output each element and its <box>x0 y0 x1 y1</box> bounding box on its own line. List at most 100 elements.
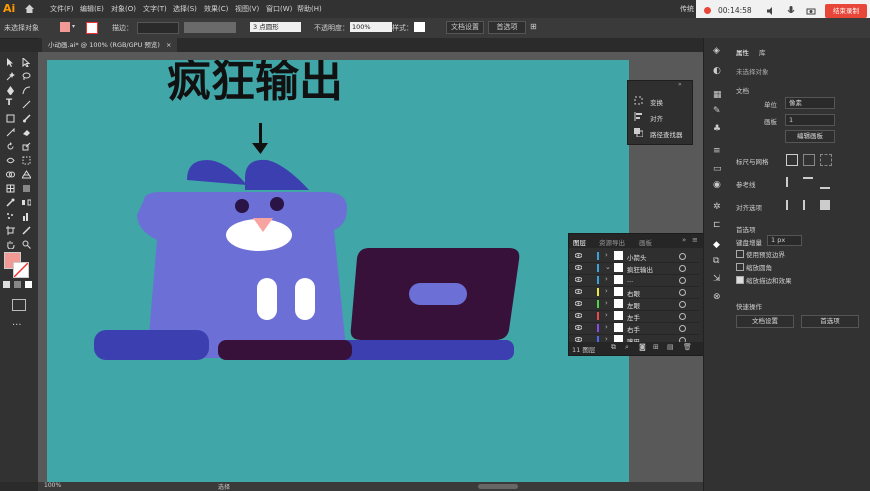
eyedropper-tool-icon[interactable] <box>6 198 15 207</box>
stroke-weight-field[interactable] <box>137 22 179 34</box>
zoom-level[interactable]: 100% <box>44 482 61 489</box>
artboard-tool-icon[interactable] <box>6 226 15 235</box>
scale-corners-checkbox[interactable] <box>736 263 744 271</box>
stroke-swatch[interactable] <box>86 22 98 34</box>
left-tooth[interactable] <box>257 278 277 320</box>
column-graph-tool-icon[interactable] <box>22 212 31 221</box>
perspective-grid-tool-icon[interactable] <box>22 170 31 179</box>
visibility-eye-icon[interactable] <box>575 301 582 306</box>
units-dropdown[interactable]: 像素 <box>785 97 835 109</box>
target-circle-icon[interactable] <box>679 325 686 332</box>
align-item[interactable]: 对齐 <box>650 113 663 123</box>
lasso-tool-icon[interactable] <box>22 72 31 81</box>
layer-name[interactable]: 疯狂输出 <box>627 264 653 274</box>
mesh-tool-icon[interactable] <box>6 184 15 193</box>
transform-icon[interactable] <box>634 96 643 105</box>
show-guides-icon[interactable] <box>786 177 798 187</box>
horizontal-scrollbar[interactable] <box>478 484 518 489</box>
menu-file[interactable]: 文件(F) <box>50 4 74 14</box>
clipping-mask-icon[interactable]: ◙ <box>639 343 646 351</box>
document-tab[interactable]: 小动画.ai* @ 100% (RGB/GPU 预览) × <box>42 38 178 52</box>
target-circle-icon[interactable] <box>679 277 686 284</box>
tab-asset-export[interactable]: 资源导出 <box>599 237 625 247</box>
panel-menu-icon[interactable]: ≡ <box>692 236 698 244</box>
workspace-label[interactable]: 传统 <box>680 4 694 14</box>
target-circle-icon[interactable] <box>679 313 686 320</box>
menu-object[interactable]: 对象(O) <box>111 4 136 14</box>
target-circle-icon[interactable] <box>679 301 686 308</box>
type-tool-icon[interactable]: T <box>6 98 15 108</box>
smart-guides-icon[interactable] <box>820 177 830 189</box>
pathfinder-item[interactable]: 路径查找器 <box>650 129 683 139</box>
new-sublayer-icon[interactable]: ⊞ <box>653 343 659 351</box>
locate-object-icon[interactable]: ⧉ <box>611 343 616 352</box>
new-layer-icon[interactable]: ▤ <box>667 343 674 351</box>
home-icon[interactable] <box>24 3 35 14</box>
color-dock-icon[interactable]: ◐ <box>713 66 721 76</box>
more-tools-icon[interactable]: ··· <box>12 320 22 331</box>
target-circle-icon[interactable] <box>679 289 686 296</box>
opacity-label[interactable]: 不透明度： <box>314 23 349 33</box>
artboard-dropdown[interactable]: 1 <box>785 114 835 126</box>
menu-select[interactable]: 选择(S) <box>173 4 197 14</box>
links-dock-icon[interactable]: ⊗ <box>713 292 721 302</box>
desk-base[interactable] <box>337 340 514 360</box>
curvature-tool-icon[interactable] <box>22 86 31 95</box>
chevron-right-icon[interactable]: › <box>605 275 608 283</box>
slice-tool-icon[interactable] <box>22 226 31 235</box>
symbol-sprayer-tool-icon[interactable] <box>6 212 15 221</box>
selection-tool-icon[interactable] <box>6 58 15 67</box>
delete-layer-icon[interactable]: 🗑 <box>683 343 692 351</box>
transparency-grid-icon[interactable] <box>820 154 832 166</box>
free-transform-tool-icon[interactable] <box>22 156 31 165</box>
quick-document-setup-button[interactable]: 文档设置 <box>736 315 794 328</box>
visibility-eye-icon[interactable] <box>575 265 582 270</box>
visibility-eye-icon[interactable] <box>575 277 582 282</box>
headline-text[interactable]: 疯狂输出 <box>167 60 343 107</box>
opacity-field[interactable]: 100% <box>350 22 392 32</box>
lock-guides-icon[interactable] <box>803 177 813 189</box>
snap-to-pixel-icon[interactable] <box>803 200 815 210</box>
layer-name[interactable]: ... <box>627 276 633 284</box>
chevron-right-icon[interactable]: › <box>605 311 608 319</box>
zoom-tool-icon[interactable] <box>22 240 31 249</box>
symbols-dock-icon[interactable]: ♣ <box>713 124 721 134</box>
quick-preferences-button[interactable]: 首选项 <box>801 315 859 328</box>
grid-icon[interactable] <box>803 154 815 166</box>
search-icon[interactable]: ⌕ <box>625 343 629 352</box>
artboards-dock-icon[interactable]: ⧉ <box>713 256 719 266</box>
visibility-eye-icon[interactable] <box>575 253 582 258</box>
style-swatch[interactable] <box>414 22 425 32</box>
target-circle-icon[interactable] <box>679 253 686 260</box>
use-preview-bounds-checkbox[interactable] <box>736 250 744 258</box>
microphone-icon[interactable] <box>786 5 796 16</box>
left-ear[interactable] <box>187 160 247 185</box>
speaker-icon[interactable] <box>766 6 776 16</box>
menu-type[interactable]: 文字(T) <box>143 4 167 14</box>
line-tool-icon[interactable] <box>22 100 31 109</box>
chevron-right-icon[interactable]: › <box>605 323 608 331</box>
stroke-dock-icon[interactable]: ≡ <box>713 146 721 156</box>
arrow-graphic[interactable] <box>252 123 268 154</box>
color-mode-icon[interactable] <box>3 281 10 288</box>
menu-edit[interactable]: 编辑(E) <box>80 4 104 14</box>
menu-view[interactable]: 视图(V) <box>235 4 259 14</box>
brush-definition[interactable]: 3 点圆形 <box>250 22 301 32</box>
stop-recording-button[interactable]: 结束录制 <box>825 4 867 18</box>
gradient-tool-icon[interactable] <box>22 184 31 193</box>
blend-tool-icon[interactable] <box>22 198 31 207</box>
layer-name[interactable]: 左眼 <box>627 300 640 310</box>
edit-artboards-button[interactable]: 编辑画板 <box>785 130 835 143</box>
snap-to-glyph-icon[interactable] <box>820 200 830 210</box>
layer-name[interactable]: 小箭头 <box>627 252 647 262</box>
magic-wand-tool-icon[interactable] <box>6 72 15 81</box>
align-icon[interactable] <box>634 112 643 121</box>
artboard[interactable]: 疯狂输出 <box>47 60 629 482</box>
keyboard-increment-field[interactable]: 1 px <box>767 235 802 246</box>
layer-name[interactable]: 左手 <box>627 312 640 322</box>
target-circle-icon[interactable] <box>679 265 686 272</box>
document-setup-button[interactable]: 文档设置 <box>446 21 484 34</box>
pen-tool-icon[interactable] <box>6 86 15 95</box>
properties-dock-icon[interactable]: ◈ <box>713 46 720 56</box>
tab-layers[interactable]: 图层 <box>573 237 586 247</box>
